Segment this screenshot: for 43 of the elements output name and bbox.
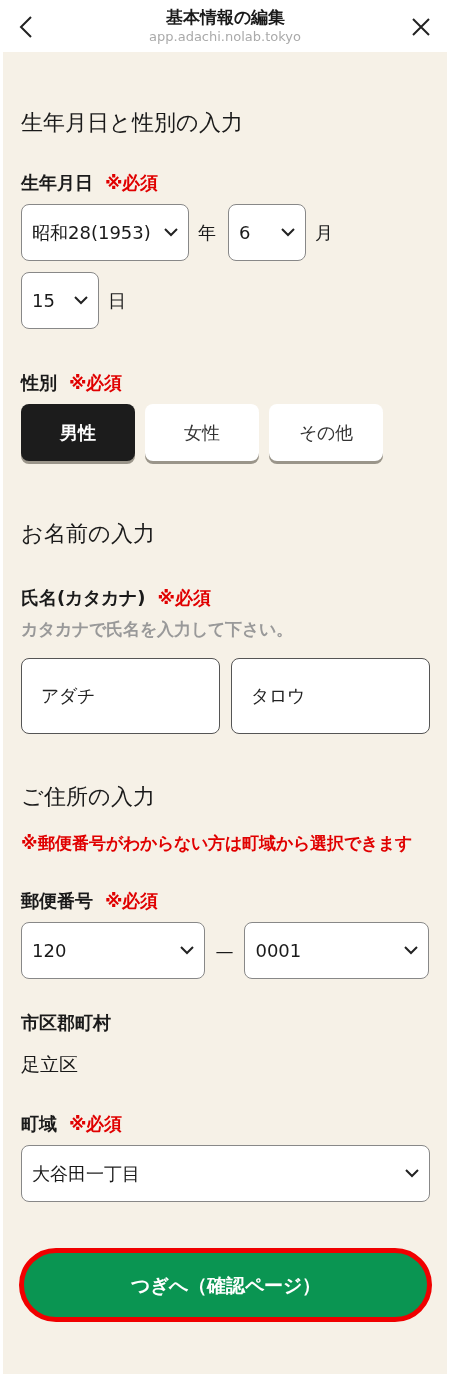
dropdown[interactable]: 6 (228, 204, 306, 261)
required-mark: ※必須 (157, 586, 211, 610)
city-value: 足立区 (21, 1051, 79, 1077)
gender-option[interactable]: 男性 (21, 404, 135, 461)
gender-option[interactable]: 女性 (145, 404, 259, 461)
required-mark: ※必須 (105, 171, 159, 195)
dropdown[interactable]: 0001 (244, 921, 429, 979)
chevron-down-icon (74, 296, 88, 305)
unit-label: 月 (315, 221, 333, 245)
field-label: 郵便番号 (21, 888, 93, 913)
input-field[interactable]: タロウ (231, 657, 430, 734)
chevron-down-icon (164, 228, 178, 237)
field-label: 生年月日 (21, 171, 93, 195)
field-label: 町域 (21, 1112, 57, 1136)
back-icon[interactable] (19, 16, 32, 38)
input-field[interactable]: アダチ (21, 657, 220, 734)
chevron-down-icon (179, 945, 194, 955)
section-heading: お名前の入力 (21, 520, 156, 548)
field-label: 市区郡町村 (21, 1010, 111, 1035)
hint-text: カタカナで氏名を入力して下さい。 (21, 618, 294, 641)
dropdown[interactable]: 昭和28(1953) (21, 204, 189, 261)
close-icon[interactable] (412, 18, 430, 36)
separator-text: — (214, 938, 235, 963)
required-mark: ※必須 (105, 888, 159, 913)
notice-text: ※郵便番号がわからない方は町域から選択できます (21, 831, 413, 855)
chevron-down-icon (281, 228, 295, 237)
required-mark: ※必須 (69, 1112, 123, 1136)
url-text: app.adachi.nolab.tokyo (149, 28, 301, 45)
dropdown[interactable]: 15 (21, 272, 99, 329)
chevron-down-icon (404, 945, 418, 955)
dropdown[interactable]: 120 (21, 921, 205, 979)
chevron-down-icon (405, 1169, 419, 1178)
field-label: 性別 (21, 371, 57, 395)
required-mark: ※必須 (69, 371, 123, 395)
unit-label: 日 (108, 289, 126, 313)
next-button[interactable]: つぎへ（確認ページ） (19, 1248, 432, 1322)
page-title: 基本情報の編集 (165, 7, 285, 29)
field-label: 氏名(カタカナ) (21, 586, 146, 610)
gender-option[interactable]: その他 (269, 404, 383, 461)
unit-label: 年 (198, 221, 216, 245)
section-heading: 生年月日と性別の入力 (21, 109, 244, 137)
section-heading: ご住所の入力 (21, 782, 156, 811)
dropdown[interactable]: 大谷田一丁目 (21, 1145, 430, 1202)
